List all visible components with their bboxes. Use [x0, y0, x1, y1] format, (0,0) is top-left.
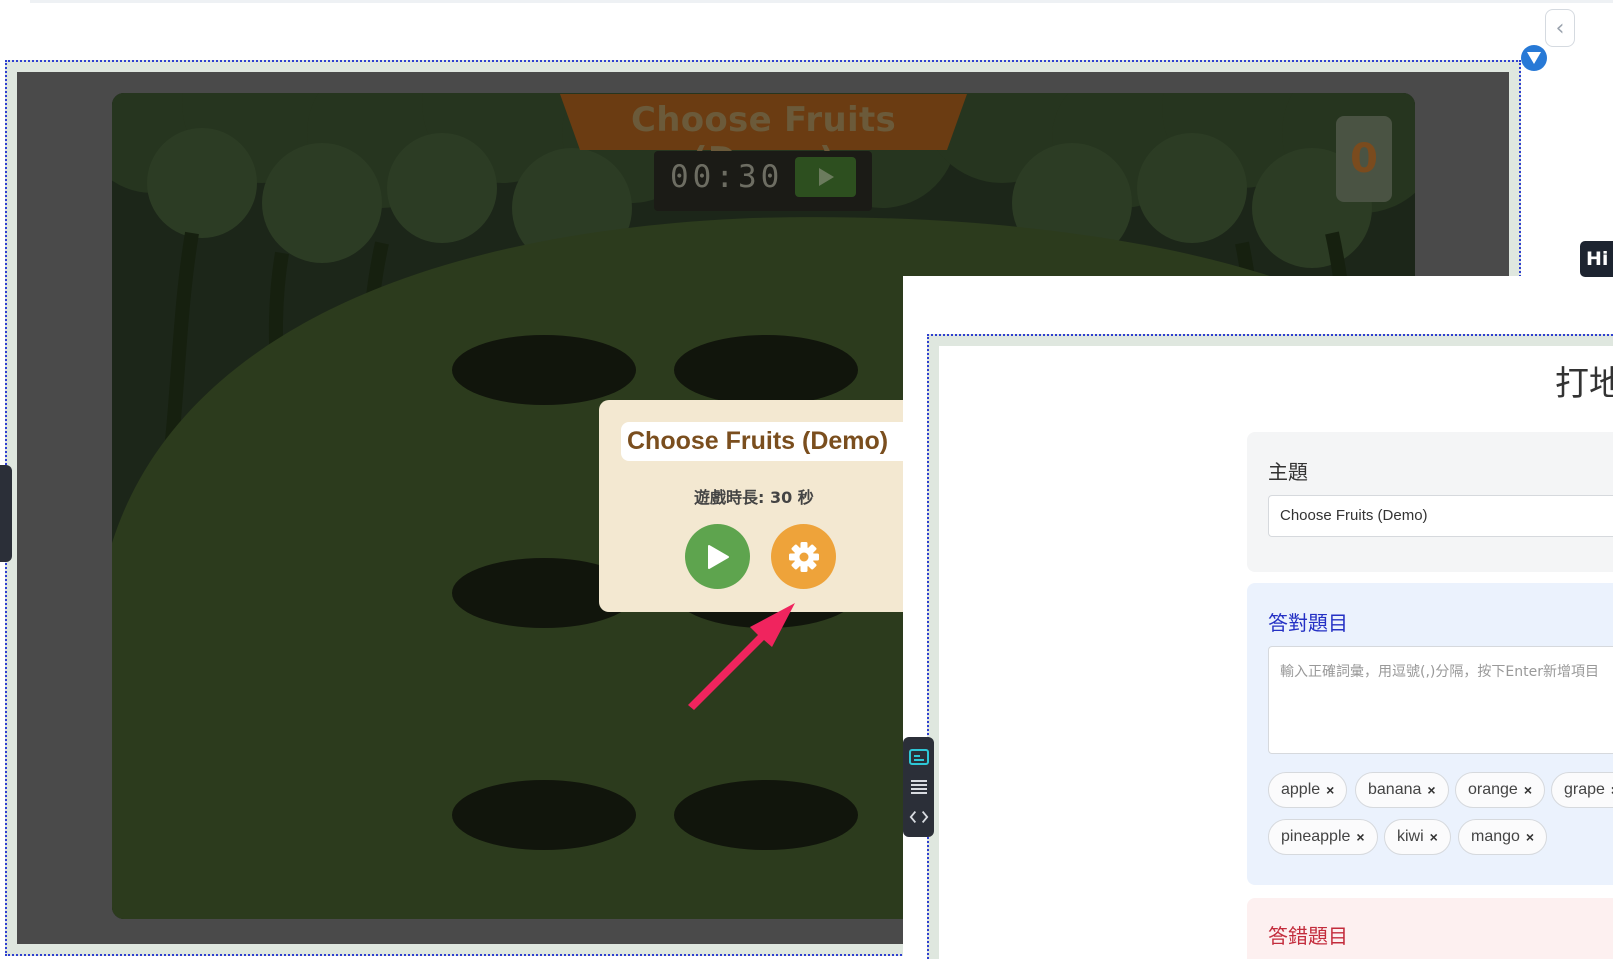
game-settings-button[interactable] — [771, 524, 836, 589]
tag-label: grape — [1564, 781, 1605, 798]
timer-panel: 00:30 — [654, 151, 872, 211]
topic-label: 主題 — [1268, 460, 1308, 484]
topic-section: 主題 Choose Fruits (Demo) — [1247, 432, 1613, 572]
top-divider — [30, 0, 1613, 3]
editor-side-toolbar — [903, 737, 934, 837]
remove-tag-icon[interactable]: × — [1524, 773, 1532, 807]
correct-items-label: 答對題目 — [1268, 611, 1348, 635]
correct-items-input[interactable]: 輸入正確詞彙，用逗號(,)分隔，按下Enter新增項目 — [1268, 646, 1613, 754]
wrong-items-section: 答錯題目 — [1247, 898, 1613, 959]
game-title-banner: Choose Fruits (Demo) — [560, 94, 967, 180]
remove-tag-icon[interactable]: × — [1326, 773, 1334, 807]
collapse-button[interactable]: ‹ — [1545, 9, 1575, 47]
tag-label: banana — [1368, 781, 1422, 798]
timer-play-button[interactable] — [795, 157, 856, 197]
tag-chip[interactable]: apple × — [1268, 772, 1348, 808]
pointer-arrow-icon — [688, 603, 795, 710]
score-panel: 0 — [1336, 116, 1392, 202]
tag-chip[interactable]: kiwi × — [1384, 819, 1451, 855]
tag-chip[interactable]: orange × — [1455, 772, 1546, 808]
remove-tag-icon[interactable]: × — [1356, 820, 1364, 854]
game-start-card: Choose Fruits (Demo) 遊戲時長: 30 秒 — [599, 400, 919, 612]
play-icon — [707, 544, 729, 569]
tag-chip[interactable]: banana × — [1355, 772, 1449, 808]
list-icon[interactable] — [909, 777, 929, 797]
correct-items-section: 答對題目 輸入正確詞彙，用逗號(,)分隔，按下Enter新增項目 apple × … — [1247, 583, 1613, 885]
tag-chip[interactable]: mango × — [1458, 819, 1548, 855]
hi-badge[interactable]: Hi — [1580, 241, 1613, 277]
triangle-down-icon — [1527, 52, 1541, 64]
gear-icon — [788, 541, 819, 572]
tag-label: mango — [1471, 828, 1520, 845]
topic-input[interactable]: Choose Fruits (Demo) — [1268, 495, 1613, 537]
wrong-items-label: 答錯題目 — [1268, 924, 1348, 948]
game-duration-text: 遊戲時長: 30 秒 — [694, 488, 814, 507]
tag-label: pineapple — [1281, 828, 1351, 845]
settings-heading: 打地 — [1555, 364, 1613, 404]
file-icon[interactable] — [909, 747, 929, 767]
play-icon — [818, 168, 834, 186]
tag-chip[interactable]: pineapple × — [1268, 819, 1378, 855]
tag-label: orange — [1468, 781, 1518, 798]
tag-label: kiwi — [1397, 828, 1424, 845]
tag-chip[interactable]: grape× — [1551, 772, 1613, 808]
dropdown-toggle[interactable] — [1521, 45, 1547, 71]
tag-label: apple — [1281, 781, 1321, 798]
remove-tag-icon[interactable]: × — [1526, 820, 1534, 854]
code-icon[interactable] — [909, 807, 929, 827]
remove-tag-icon[interactable]: × — [1427, 773, 1435, 807]
chevron-left-icon: ‹ — [1555, 15, 1565, 41]
timer-display: 00:30 — [670, 159, 784, 195]
start-game-button[interactable] — [685, 524, 750, 589]
remove-tag-icon[interactable]: × — [1430, 820, 1438, 854]
score-value: 0 — [1350, 136, 1378, 182]
left-edge-toolbar[interactable] — [0, 465, 12, 562]
card-title: Choose Fruits (Demo) — [621, 422, 919, 461]
